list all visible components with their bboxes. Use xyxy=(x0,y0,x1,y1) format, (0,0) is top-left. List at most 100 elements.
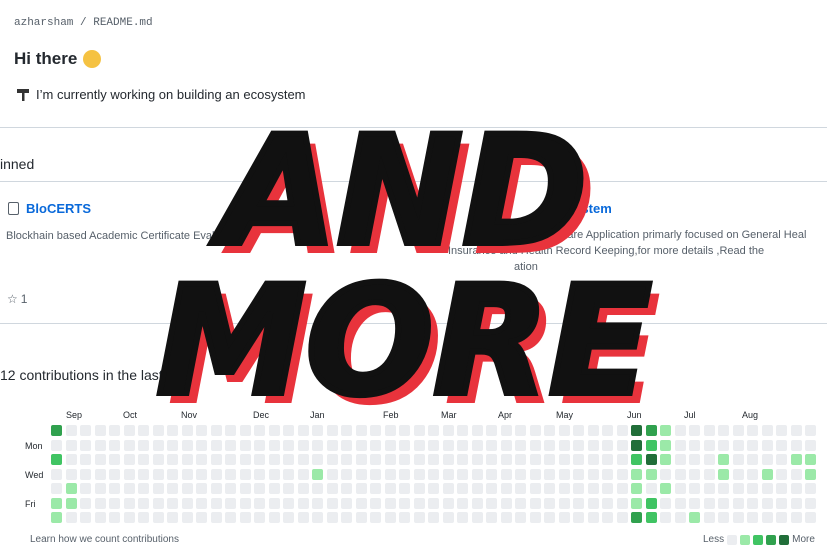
contribution-day[interactable] xyxy=(732,497,744,509)
contribution-day[interactable] xyxy=(123,483,135,494)
contribution-day[interactable] xyxy=(761,425,773,436)
contribution-day[interactable] xyxy=(196,468,207,480)
contribution-day[interactable] xyxy=(587,468,599,480)
contribution-day[interactable] xyxy=(428,425,439,436)
repo-card-title[interactable]: areSystem xyxy=(546,201,612,216)
contribution-day[interactable] xyxy=(428,512,439,523)
contribution-day[interactable] xyxy=(529,468,541,480)
contribution-day[interactable] xyxy=(94,497,106,509)
contribution-day[interactable] xyxy=(196,439,207,451)
contribution-day[interactable] xyxy=(384,512,396,523)
contribution-day[interactable] xyxy=(326,454,338,465)
contribution-day[interactable] xyxy=(283,512,294,523)
contribution-day[interactable] xyxy=(529,483,541,494)
contribution-day[interactable] xyxy=(80,497,91,509)
contribution-day[interactable] xyxy=(239,439,251,451)
contribution-day[interactable] xyxy=(138,512,149,523)
contribution-day[interactable] xyxy=(152,483,164,494)
contribution-day[interactable] xyxy=(413,483,425,494)
contribution-day[interactable] xyxy=(268,512,280,523)
contribution-day[interactable] xyxy=(312,439,323,451)
contribution-day[interactable] xyxy=(268,454,280,465)
contribution-day[interactable] xyxy=(471,512,483,523)
contribution-day[interactable] xyxy=(312,483,323,494)
contribution-day[interactable] xyxy=(660,454,671,465)
contribution-day[interactable] xyxy=(515,425,526,436)
contribution-day[interactable] xyxy=(573,512,584,523)
contribution-day[interactable] xyxy=(529,512,541,523)
contribution-day[interactable] xyxy=(645,454,657,465)
contribution-day[interactable] xyxy=(399,497,410,509)
contribution-day[interactable] xyxy=(558,512,570,523)
contribution-day[interactable] xyxy=(341,425,352,436)
contribution-day[interactable] xyxy=(703,425,715,436)
contribution-day[interactable] xyxy=(689,439,700,451)
contribution-day[interactable] xyxy=(486,497,497,509)
contribution-day[interactable] xyxy=(239,512,251,523)
contribution-day[interactable] xyxy=(558,468,570,480)
contribution-day[interactable] xyxy=(529,425,541,436)
contribution-day[interactable] xyxy=(732,425,744,436)
contribution-day[interactable] xyxy=(51,497,62,509)
contribution-day[interactable] xyxy=(790,512,802,523)
contribution-day[interactable] xyxy=(370,425,381,436)
contribution-day[interactable] xyxy=(167,512,178,523)
contribution-day[interactable] xyxy=(674,512,686,523)
contribution-day[interactable] xyxy=(239,468,251,480)
contribution-day[interactable] xyxy=(602,512,613,523)
contribution-day[interactable] xyxy=(457,483,468,494)
contribution-day[interactable] xyxy=(109,425,120,436)
contribution-day[interactable] xyxy=(660,468,671,480)
contribution-day[interactable] xyxy=(457,425,468,436)
contribution-day[interactable] xyxy=(602,483,613,494)
contribution-day[interactable] xyxy=(428,439,439,451)
contribution-day[interactable] xyxy=(457,497,468,509)
contribution-day[interactable] xyxy=(805,497,816,509)
contribution-day[interactable] xyxy=(776,454,787,465)
contribution-day[interactable] xyxy=(210,497,222,509)
contribution-day[interactable] xyxy=(471,454,483,465)
contribution-day[interactable] xyxy=(254,497,265,509)
contribution-day[interactable] xyxy=(645,439,657,451)
contribution-day[interactable] xyxy=(355,497,367,509)
contribution-day[interactable] xyxy=(515,497,526,509)
contribution-day[interactable] xyxy=(312,425,323,436)
contribution-day[interactable] xyxy=(370,439,381,451)
contribution-day[interactable] xyxy=(94,425,106,436)
contribution-day[interactable] xyxy=(602,497,613,509)
contribution-day[interactable] xyxy=(718,439,729,451)
contribution-day[interactable] xyxy=(181,497,193,509)
contribution-day[interactable] xyxy=(51,512,62,523)
contribution-day[interactable] xyxy=(457,468,468,480)
contribution-day[interactable] xyxy=(109,439,120,451)
contribution-day[interactable] xyxy=(747,439,758,451)
contribution-day[interactable] xyxy=(689,483,700,494)
contribution-day[interactable] xyxy=(254,483,265,494)
contribution-day[interactable] xyxy=(747,425,758,436)
contribution-day[interactable] xyxy=(500,468,512,480)
contribution-day[interactable] xyxy=(283,454,294,465)
contribution-day[interactable] xyxy=(94,468,106,480)
contribution-day[interactable] xyxy=(355,454,367,465)
contribution-day[interactable] xyxy=(138,454,149,465)
contribution-day[interactable] xyxy=(384,425,396,436)
contribution-day[interactable] xyxy=(587,483,599,494)
contribution-day[interactable] xyxy=(631,439,642,451)
contribution-day[interactable] xyxy=(790,425,802,436)
contribution-day[interactable] xyxy=(805,512,816,523)
contribution-day[interactable] xyxy=(51,425,62,436)
contribution-day[interactable] xyxy=(152,512,164,523)
contribution-day[interactable] xyxy=(80,512,91,523)
contribution-day[interactable] xyxy=(109,468,120,480)
contribution-day[interactable] xyxy=(123,439,135,451)
contribution-day[interactable] xyxy=(326,468,338,480)
contribution-day[interactable] xyxy=(138,425,149,436)
contribution-day[interactable] xyxy=(442,483,454,494)
contribution-day[interactable] xyxy=(80,454,91,465)
contribution-day[interactable] xyxy=(181,468,193,480)
contribution-day[interactable] xyxy=(283,468,294,480)
contribution-day[interactable] xyxy=(732,439,744,451)
contribution-day[interactable] xyxy=(747,497,758,509)
contribution-day[interactable] xyxy=(500,425,512,436)
contribution-day[interactable] xyxy=(689,468,700,480)
